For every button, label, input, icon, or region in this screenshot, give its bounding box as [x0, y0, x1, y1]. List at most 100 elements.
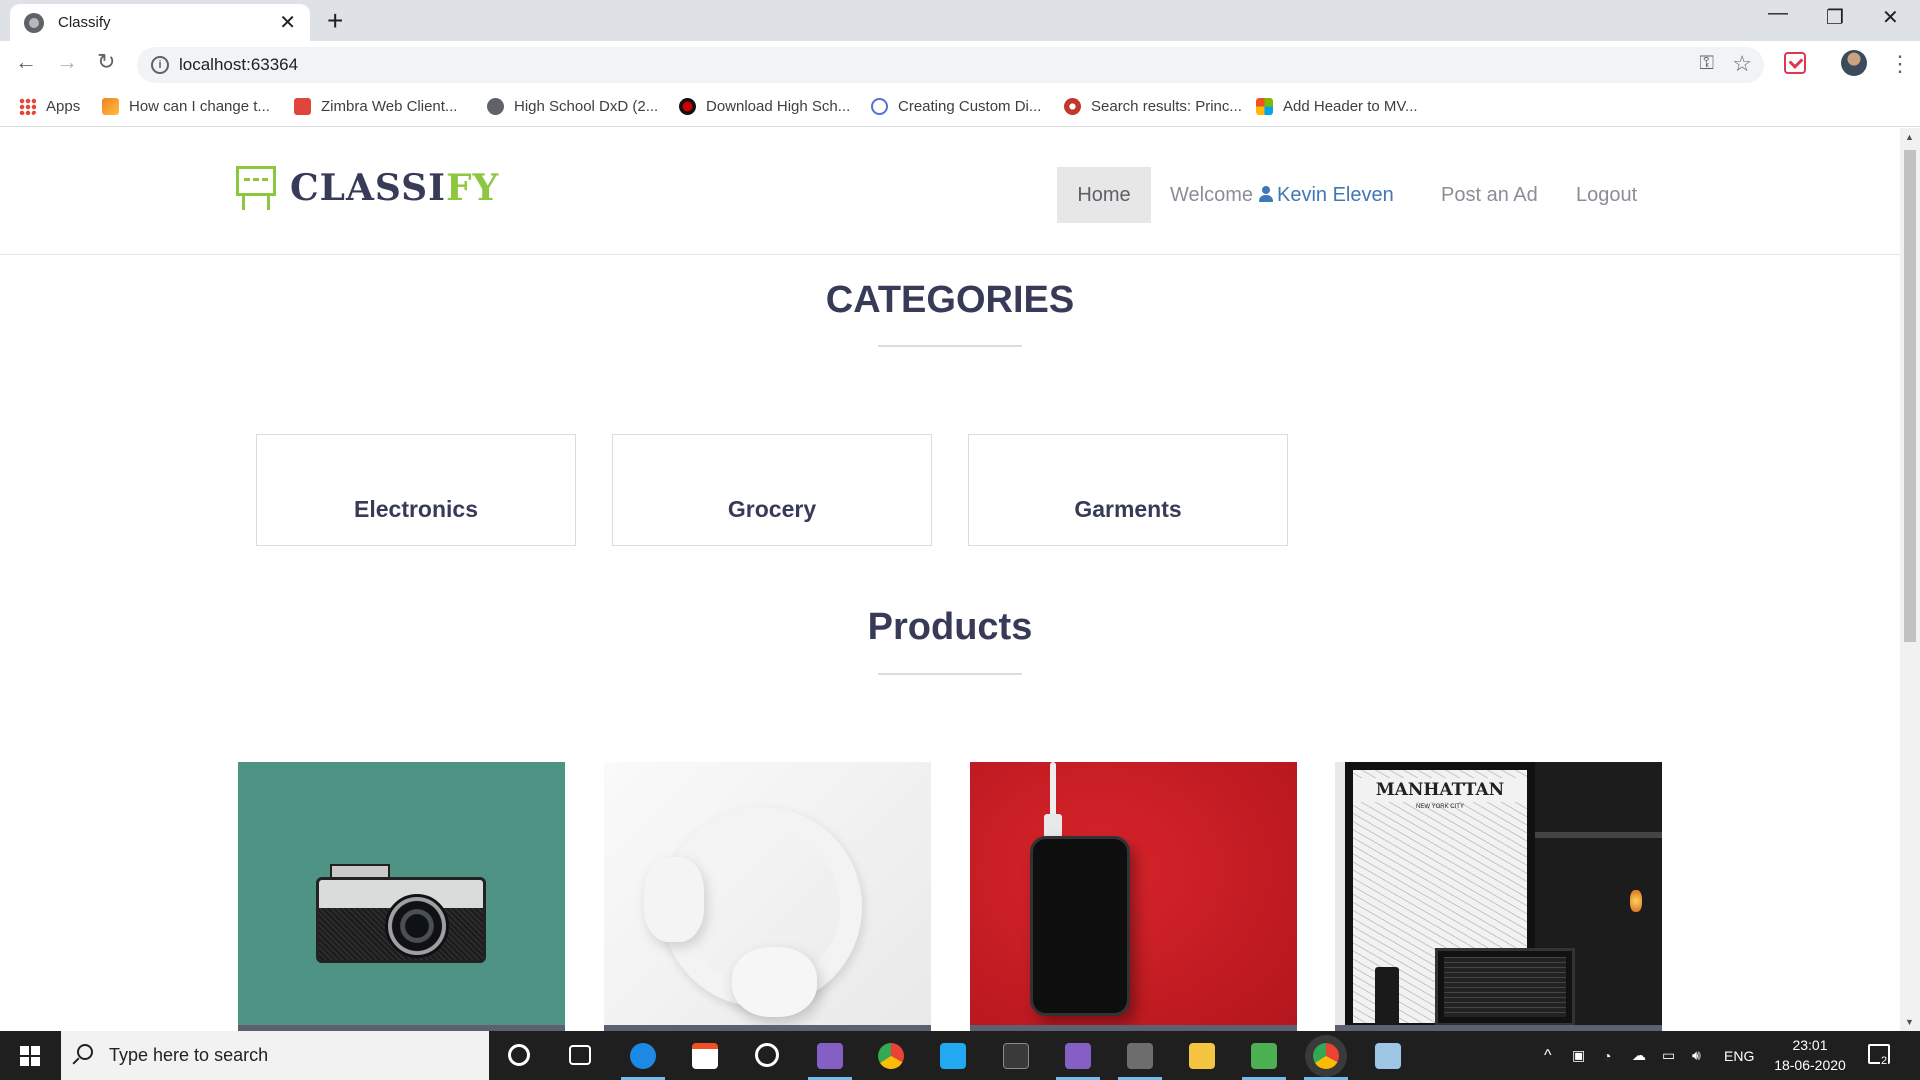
scroll-thumb[interactable]	[1904, 150, 1916, 642]
battery-icon[interactable]: ▭	[1662, 1031, 1675, 1080]
category-card[interactable]: Electronics	[256, 434, 576, 546]
cortana-icon[interactable]	[508, 1044, 530, 1066]
window-close-icon[interactable]: ✕	[1882, 5, 1899, 30]
category-card[interactable]: Grocery	[612, 434, 932, 546]
bookmark-item[interactable]: High School DxD (2...	[487, 98, 658, 115]
bookmark-item[interactable]: Search results: Princ...	[1064, 98, 1242, 115]
bookmark-label: How can I change t...	[129, 98, 270, 115]
chrome-icon[interactable]	[878, 1043, 904, 1069]
photos-icon[interactable]	[1251, 1043, 1277, 1069]
pocket-extension-icon[interactable]	[1784, 52, 1806, 74]
poster-subtitle: NEW YORK CITY	[1416, 804, 1464, 810]
nav-home[interactable]: Home	[1057, 167, 1151, 223]
bookmark-item[interactable]: Add Header to MV...	[1256, 98, 1418, 115]
edge-icon[interactable]	[630, 1043, 656, 1069]
bookmark-label: Search results: Princ...	[1091, 98, 1242, 115]
reload-icon[interactable]: ↻	[97, 51, 115, 73]
wifi-icon[interactable]: ◔	[1603, 1031, 1611, 1080]
title-divider	[878, 673, 1022, 675]
store-icon[interactable]	[692, 1043, 718, 1069]
forward-icon[interactable]: →	[56, 51, 78, 73]
file-explorer-icon[interactable]	[1189, 1043, 1215, 1069]
user-icon	[1259, 186, 1273, 202]
site-header: CLASSIFY Home Welcome Kevin Eleven Post a…	[0, 128, 1900, 255]
taskbar-search-box[interactable]: Type here to search	[61, 1031, 489, 1080]
clock-time: 23:01	[1792, 1037, 1828, 1053]
product-card-phone[interactable]	[970, 762, 1297, 1031]
notification-count: 2	[1880, 1055, 1889, 1067]
browser-toolbar: ← → ↻ i localhost:63364 ⚿ ☆ ⋮	[0, 41, 1920, 89]
scroll-down-arrow-icon[interactable]: ▼	[1905, 1017, 1914, 1027]
tools-icon[interactable]	[1127, 1043, 1153, 1069]
search-placeholder[interactable]: Type here to search	[109, 1045, 268, 1066]
zimbra-icon	[294, 98, 311, 115]
browser-tab[interactable]: Classify ✕	[10, 4, 310, 41]
site-icon	[1064, 98, 1081, 115]
visual-studio-icon[interactable]	[817, 1043, 843, 1069]
search-icon	[77, 1044, 93, 1060]
billboard-icon	[236, 166, 276, 210]
product-card-desk[interactable]: MANHATTAN NEW YORK CITY	[1335, 762, 1662, 1031]
user-name[interactable]: Kevin Eleven	[1277, 184, 1394, 206]
nav-post-ad[interactable]: Post an Ad	[1441, 184, 1538, 207]
site-logo[interactable]: CLASSIFY	[236, 166, 499, 210]
restore-icon[interactable]: ❐	[1826, 5, 1844, 30]
bookmark-item[interactable]: Zimbra Web Client...	[294, 98, 457, 115]
windows-start-icon[interactable]	[20, 1046, 40, 1066]
candle	[1630, 890, 1642, 912]
bookmark-star-icon[interactable]: ☆	[1732, 51, 1752, 77]
close-tab-icon[interactable]: ✕	[279, 13, 296, 33]
profile-avatar[interactable]	[1841, 50, 1867, 76]
minimize-icon[interactable]: —	[1768, 2, 1788, 25]
tray-app-icon[interactable]: ▣	[1572, 1031, 1585, 1080]
onedrive-icon[interactable]: ☁	[1632, 1031, 1646, 1080]
globe-icon	[487, 98, 504, 115]
chrome-active-icon[interactable]	[1313, 1043, 1339, 1069]
microsoft-icon	[1256, 98, 1273, 115]
visual-studio-icon[interactable]	[1065, 1043, 1091, 1069]
language-indicator[interactable]: ENG	[1724, 1031, 1754, 1080]
new-tab-button[interactable]: +	[327, 7, 343, 35]
back-icon[interactable]: ←	[15, 51, 37, 73]
bookmark-item[interactable]: How can I change t...	[102, 98, 270, 115]
headphones-cup	[732, 947, 817, 1017]
key-icon[interactable]: ⚿	[1700, 53, 1714, 75]
taskbar-clock[interactable]: 23:01 18-06-2020	[1768, 1035, 1852, 1075]
app-icon[interactable]	[1375, 1043, 1401, 1069]
welcome-label: Welcome	[1170, 184, 1253, 206]
react-icon	[871, 98, 888, 115]
title-divider	[878, 345, 1022, 347]
browser-tabbar: Classify ✕ + — ❐ ✕	[0, 0, 1920, 41]
apps-grid-icon	[19, 98, 36, 115]
media-icon[interactable]	[755, 1043, 779, 1067]
volume-icon[interactable]: 🔊︎	[1692, 1031, 1701, 1080]
app-icon[interactable]	[1003, 1043, 1029, 1069]
vscode-icon[interactable]	[940, 1043, 966, 1069]
nav-logout[interactable]: Logout	[1576, 184, 1637, 207]
page-scrollbar[interactable]: ▲ ▼	[1900, 128, 1920, 1031]
nav-welcome[interactable]: Welcome Kevin Eleven	[1170, 184, 1394, 207]
globe-icon	[24, 12, 44, 33]
kebab-menu-icon[interactable]: ⋮	[1889, 51, 1911, 77]
bookmarks-bar: Apps How can I change t... Zimbra Web Cl…	[0, 89, 1920, 127]
charging-cable	[1050, 762, 1056, 822]
bookmark-item[interactable]: Creating Custom Di...	[871, 98, 1041, 115]
laptop-image	[1435, 948, 1575, 1026]
task-view-icon[interactable]	[569, 1045, 591, 1065]
product-card-camera[interactable]	[238, 762, 565, 1031]
bookmark-apps[interactable]: Apps	[19, 98, 80, 115]
bookmark-item[interactable]: Download High Sch...	[679, 98, 850, 115]
bookmark-label: High School DxD (2...	[514, 98, 659, 115]
charging-plug	[1044, 814, 1062, 838]
category-card[interactable]: Garments	[968, 434, 1288, 546]
products-title: Products	[867, 606, 1033, 648]
product-card-headphones[interactable]	[604, 762, 931, 1031]
info-icon[interactable]: i	[151, 56, 169, 74]
scroll-up-arrow-icon[interactable]: ▲	[1905, 132, 1914, 142]
tray-chevron-icon[interactable]: ^	[1544, 1031, 1552, 1080]
clock-date: 18-06-2020	[1774, 1057, 1846, 1073]
bookmark-label: Download High Sch...	[706, 98, 851, 115]
bookmark-label: Add Header to MV...	[1283, 98, 1418, 115]
url-text[interactable]: localhost:63364	[179, 55, 298, 75]
address-bar[interactable]: i localhost:63364 ⚿ ☆	[137, 47, 1764, 83]
